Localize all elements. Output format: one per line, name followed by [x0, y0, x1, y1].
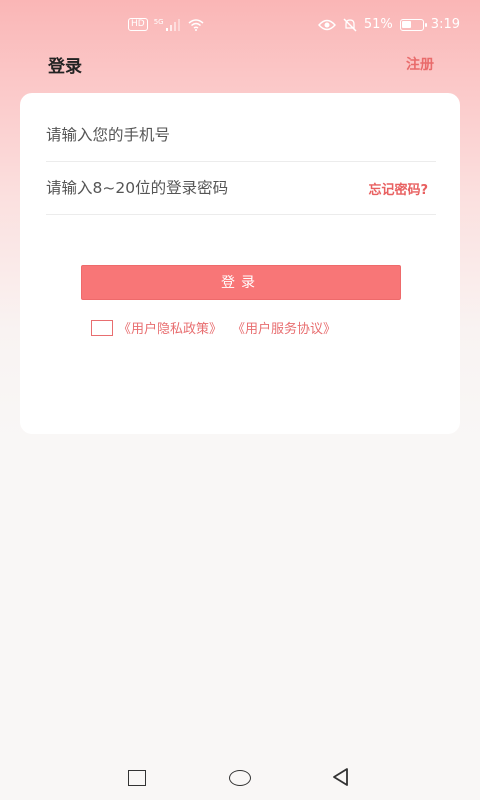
- wifi-icon: [188, 18, 204, 31]
- register-button[interactable]: 注册: [406, 54, 434, 74]
- password-input[interactable]: [46, 162, 326, 214]
- phone-field: [46, 109, 436, 162]
- agreement-checkbox[interactable]: [91, 319, 113, 336]
- eye-icon: [317, 19, 336, 30]
- system-nav-bar: [0, 756, 480, 800]
- status-left: HD 5G: [128, 18, 204, 31]
- login-card: 忘记密码? 登录 《用户隐私政策》 《用户服务协议》: [20, 93, 460, 434]
- back-icon[interactable]: [331, 767, 351, 787]
- page-title: 登录: [48, 57, 82, 77]
- signal-icon: [165, 18, 180, 31]
- service-agreement-link[interactable]: 《用户服务协议》: [232, 318, 336, 337]
- password-field: 忘记密码?: [46, 162, 436, 215]
- mute-bell-icon: [343, 18, 357, 31]
- phone-input[interactable]: [46, 109, 436, 161]
- hd-icon: HD: [128, 18, 148, 31]
- recent-apps-icon[interactable]: [128, 770, 146, 786]
- home-icon[interactable]: [229, 770, 251, 786]
- clock: 3:19: [430, 17, 460, 32]
- battery-percent: 51%: [363, 17, 393, 32]
- battery-fill: [401, 20, 412, 28]
- battery-icon: [399, 18, 427, 31]
- login-button[interactable]: 登录: [81, 265, 401, 300]
- agreement-row: 《用户隐私政策》 《用户服务协议》: [91, 318, 346, 337]
- forgot-password-link[interactable]: 忘记密码?: [368, 179, 428, 198]
- status-right: 51% 3:19: [317, 17, 460, 32]
- privacy-policy-link[interactable]: 《用户隐私政策》: [118, 318, 222, 337]
- network-type-label: 5G: [153, 17, 164, 26]
- status-bar: HD 5G 51% 3:19: [0, 0, 480, 52]
